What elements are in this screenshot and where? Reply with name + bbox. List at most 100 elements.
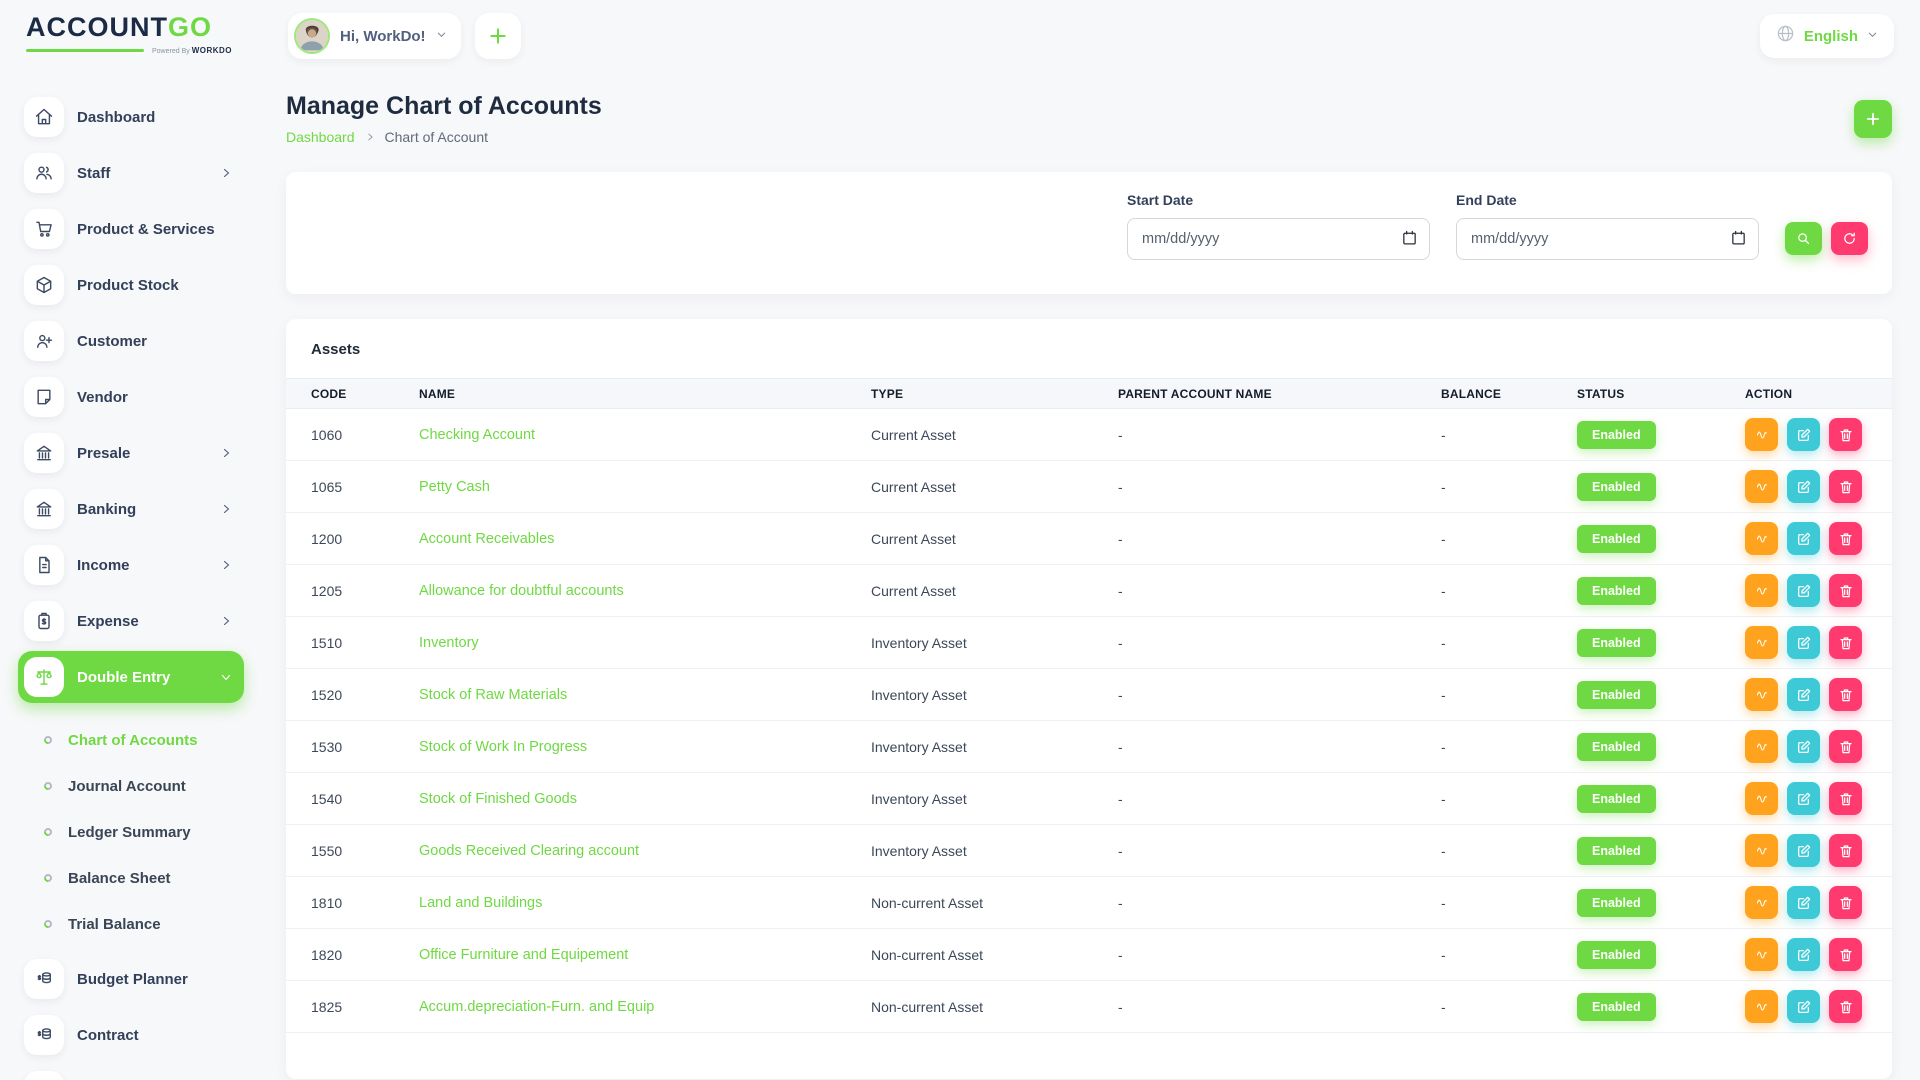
- account-name-link[interactable]: Checking Account: [419, 427, 535, 443]
- account-name-link[interactable]: Office Furniture and Equipement: [419, 947, 628, 963]
- delete-button[interactable]: [1829, 626, 1862, 659]
- user-menu[interactable]: Hi, WorkDo!: [288, 13, 461, 59]
- sidebar-item-partial[interactable]: [18, 1065, 244, 1080]
- edit-button[interactable]: [1787, 574, 1820, 607]
- delete-button[interactable]: [1829, 990, 1862, 1023]
- edit-icon: [1796, 791, 1812, 807]
- edit-button[interactable]: [1787, 730, 1820, 763]
- account-name-link[interactable]: Stock of Work In Progress: [419, 739, 587, 755]
- account-name-link[interactable]: Stock of Finished Goods: [419, 791, 577, 807]
- status-badge[interactable]: Enabled: [1577, 525, 1656, 553]
- sidebar-item-expense[interactable]: Expense: [18, 595, 244, 647]
- sidebar-item-income[interactable]: Income: [18, 539, 244, 591]
- row-actions: [1745, 470, 1884, 503]
- delete-button[interactable]: [1829, 886, 1862, 919]
- status-badge[interactable]: Enabled: [1577, 733, 1656, 761]
- status-badge[interactable]: Enabled: [1577, 889, 1656, 917]
- transactions-button[interactable]: [1745, 886, 1778, 919]
- status-badge[interactable]: Enabled: [1577, 473, 1656, 501]
- sidebar-item-dashboard[interactable]: Dashboard: [18, 91, 244, 143]
- account-name-link[interactable]: Land and Buildings: [419, 895, 542, 911]
- delete-button[interactable]: [1829, 730, 1862, 763]
- sidebar-subitem-balance-sheet[interactable]: Balance Sheet: [18, 855, 244, 901]
- sidebar-item-customer[interactable]: Customer: [18, 315, 244, 367]
- sidebar-subitem-trial-balance[interactable]: Trial Balance: [18, 901, 244, 947]
- end-date-input[interactable]: [1456, 218, 1759, 260]
- sidebar-item-budget-planner[interactable]: Budget Planner: [18, 953, 244, 1005]
- create-account-button[interactable]: [1854, 100, 1892, 138]
- delete-button[interactable]: [1829, 678, 1862, 711]
- quick-add-button[interactable]: [475, 13, 521, 59]
- edit-button[interactable]: [1787, 418, 1820, 451]
- transactions-button[interactable]: [1745, 626, 1778, 659]
- delete-button[interactable]: [1829, 782, 1862, 815]
- transactions-button[interactable]: [1745, 834, 1778, 867]
- search-button[interactable]: [1785, 222, 1822, 255]
- status-badge[interactable]: Enabled: [1577, 577, 1656, 605]
- edit-button[interactable]: [1787, 782, 1820, 815]
- edit-button[interactable]: [1787, 834, 1820, 867]
- edit-icon: [1796, 895, 1812, 911]
- account-name-link[interactable]: Account Receivables: [419, 531, 554, 547]
- edit-button[interactable]: [1787, 678, 1820, 711]
- status-badge[interactable]: Enabled: [1577, 837, 1656, 865]
- delete-button[interactable]: [1829, 470, 1862, 503]
- transactions-button[interactable]: [1745, 938, 1778, 971]
- sidebar-subitem-ledger-summary[interactable]: Ledger Summary: [18, 809, 244, 855]
- transactions-button[interactable]: [1745, 678, 1778, 711]
- edit-button[interactable]: [1787, 522, 1820, 555]
- reset-button[interactable]: [1831, 222, 1868, 255]
- sidebar-subitem-journal-account[interactable]: Journal Account: [18, 763, 244, 809]
- topbar: Hi, WorkDo! English: [262, 0, 1920, 60]
- transactions-button[interactable]: [1745, 730, 1778, 763]
- sidebar-item-vendor[interactable]: Vendor: [18, 371, 244, 423]
- delete-button[interactable]: [1829, 938, 1862, 971]
- brand-logo[interactable]: ACCOUNTGO Powered By WORKDO: [18, 12, 244, 55]
- delete-button[interactable]: [1829, 418, 1862, 451]
- edit-button[interactable]: [1787, 886, 1820, 919]
- transactions-button[interactable]: [1745, 782, 1778, 815]
- edit-button[interactable]: [1787, 470, 1820, 503]
- delete-button[interactable]: [1829, 522, 1862, 555]
- sidebar-item-product-stock[interactable]: Product Stock: [18, 259, 244, 311]
- account-name-link[interactable]: Goods Received Clearing account: [419, 843, 639, 859]
- delete-button[interactable]: [1829, 834, 1862, 867]
- status-badge[interactable]: Enabled: [1577, 941, 1656, 969]
- edit-icon: [1796, 687, 1812, 703]
- status-badge[interactable]: Enabled: [1577, 681, 1656, 709]
- edit-icon: [1796, 427, 1812, 443]
- sidebar-item-contract[interactable]: Contract: [18, 1009, 244, 1061]
- transactions-button[interactable]: [1745, 418, 1778, 451]
- language-selector[interactable]: English: [1760, 14, 1894, 58]
- transactions-button[interactable]: [1745, 522, 1778, 555]
- parent-account-name: -: [1118, 773, 1441, 825]
- account-name-link[interactable]: Petty Cash: [419, 479, 490, 495]
- sidebar-item-staff[interactable]: Staff: [18, 147, 244, 199]
- col-header-status: STATUS: [1577, 379, 1745, 409]
- status-badge[interactable]: Enabled: [1577, 421, 1656, 449]
- edit-button[interactable]: [1787, 938, 1820, 971]
- account-name-link[interactable]: Inventory: [419, 635, 479, 651]
- col-header-code: CODE: [286, 379, 419, 409]
- edit-button[interactable]: [1787, 626, 1820, 659]
- sidebar-item-double-entry[interactable]: Double Entry: [18, 651, 244, 703]
- transactions-button[interactable]: [1745, 990, 1778, 1023]
- bank-icon: [24, 433, 64, 473]
- account-code: 1200: [286, 513, 419, 565]
- account-name-link[interactable]: Accum.depreciation-Furn. and Equip: [419, 999, 654, 1015]
- status-badge[interactable]: Enabled: [1577, 993, 1656, 1021]
- start-date-input[interactable]: [1127, 218, 1430, 260]
- sidebar-item-banking[interactable]: Banking: [18, 483, 244, 535]
- transactions-button[interactable]: [1745, 574, 1778, 607]
- sidebar-item-presale[interactable]: Presale: [18, 427, 244, 479]
- edit-button[interactable]: [1787, 990, 1820, 1023]
- status-badge[interactable]: Enabled: [1577, 785, 1656, 813]
- status-badge[interactable]: Enabled: [1577, 629, 1656, 657]
- account-name-link[interactable]: Stock of Raw Materials: [419, 687, 567, 703]
- account-name-link[interactable]: Allowance for doubtful accounts: [419, 583, 624, 599]
- delete-button[interactable]: [1829, 574, 1862, 607]
- sidebar-item-product-services[interactable]: Product & Services: [18, 203, 244, 255]
- transactions-button[interactable]: [1745, 470, 1778, 503]
- sidebar-subitem-chart-of-accounts[interactable]: Chart of Accounts: [18, 717, 244, 763]
- breadcrumb-home-link[interactable]: Dashboard: [286, 129, 355, 145]
